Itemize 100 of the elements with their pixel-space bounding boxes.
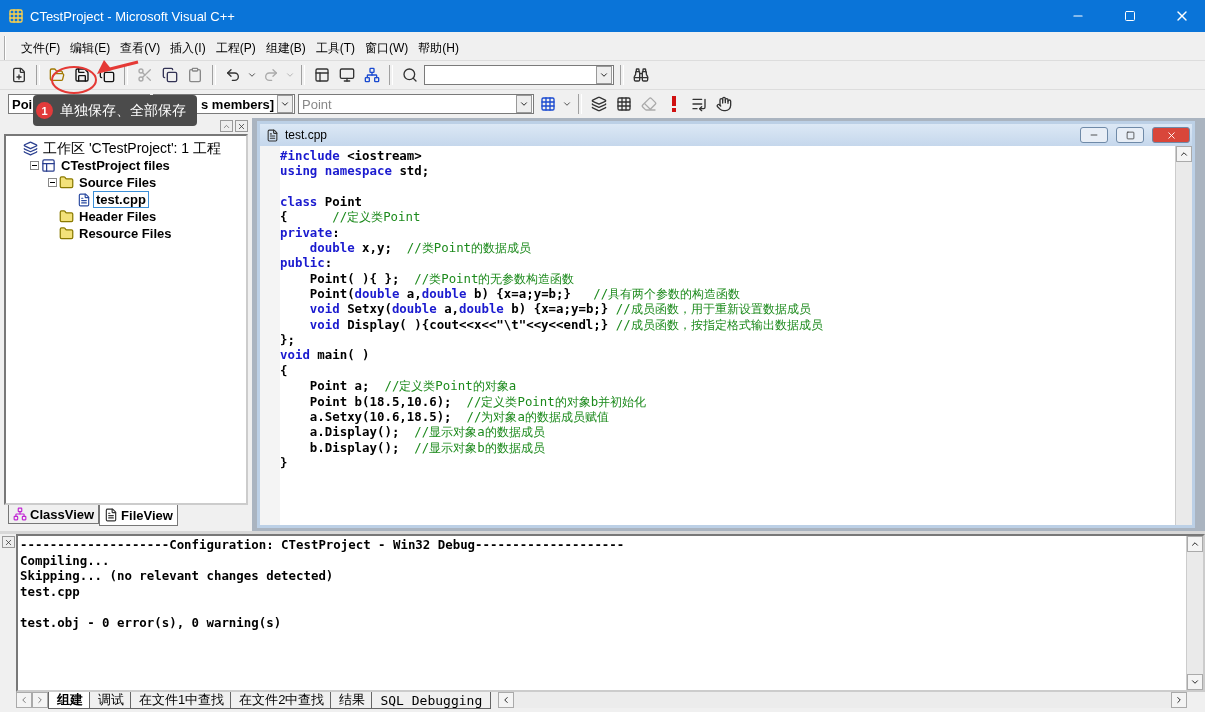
code-line: { //定义类Point — [280, 209, 422, 225]
caret-icon — [562, 99, 572, 109]
maximize-button[interactable] — [1116, 127, 1144, 143]
source-file-icon — [266, 128, 279, 142]
menu-item[interactable]: 组建(B) — [260, 37, 311, 59]
caret-icon — [247, 70, 257, 80]
code-line: void main( ) — [280, 347, 371, 363]
close-button[interactable] — [1152, 127, 1190, 143]
close-icon — [1165, 129, 1177, 141]
editor-title: test.cpp — [285, 128, 329, 142]
undo-icon — [225, 67, 241, 83]
output-tab[interactable]: 调试 — [89, 692, 133, 709]
code-line: double x,y; //类Point的数据成员 — [308, 240, 533, 256]
app-icon — [8, 8, 24, 24]
document-icon — [104, 508, 119, 522]
code-line: Point a; //定义类Point的对象a — [308, 378, 518, 394]
build-icon — [616, 96, 632, 112]
window-title: CTestProject - Microsoft Visual C++ — [30, 8, 236, 24]
workspace-panel-icon — [314, 67, 330, 83]
minimize-button[interactable] — [1080, 127, 1108, 143]
close-button[interactable] — [1, 536, 15, 548]
stop-build-icon — [641, 96, 657, 112]
output-line: --------------------Configuration: CTestProject - Win32 Debug-------------------- — [20, 537, 626, 553]
highlight-ellipse — [51, 66, 97, 94]
folder-icon — [59, 175, 74, 190]
windows-icon — [364, 67, 380, 83]
code-line: public: — [280, 255, 334, 271]
caret-icon — [599, 70, 609, 80]
code-line: Point b(18.5,10.6); //定义类Point的对象b并初始化 — [308, 393, 648, 409]
menu-item[interactable]: 文件(F) — [16, 37, 66, 59]
class-tree-icon — [13, 507, 27, 521]
tree-item[interactable]: Source Files — [76, 174, 160, 191]
code-line: a.Setxy(10.6,18.5); //为对象a的数据成员赋值 — [308, 408, 610, 425]
pointer-arrow — [97, 60, 139, 74]
code-line: void Display( ){cout<<x<<"\t"<<y<<endl;} //成员函数，按指定格式输出数据成员 — [308, 316, 824, 333]
output-panel-icon — [339, 67, 355, 83]
open-folder-icon — [49, 67, 65, 83]
caret-icon — [519, 99, 529, 109]
code-line: a.Display(); //显示对象a的数据成员 — [308, 424, 546, 440]
hand-icon — [716, 96, 732, 112]
new-file-icon — [11, 67, 27, 83]
menu-item[interactable]: 查看(V) — [115, 37, 166, 59]
folder-icon — [59, 209, 74, 224]
find-combo[interactable] — [424, 65, 614, 85]
output-tab[interactable]: 组建 — [48, 692, 92, 709]
file-icon — [77, 192, 91, 207]
tree-item[interactable]: CTestProject files — [58, 157, 173, 174]
go-icon — [691, 96, 707, 112]
find-in-files-icon — [402, 67, 418, 83]
redo-icon — [263, 67, 279, 83]
binoculars-icon — [633, 67, 649, 83]
step-badge: 1 — [36, 102, 53, 119]
output-tab[interactable]: SQL Debugging — [371, 692, 492, 709]
code-line: #include <iostream> — [280, 148, 423, 164]
close-button[interactable] — [235, 120, 248, 132]
compile-icon — [591, 96, 607, 112]
code-line: private: — [280, 224, 341, 241]
caret-icon — [280, 99, 290, 109]
copy-icon — [162, 67, 178, 83]
scrollbar[interactable] — [1186, 536, 1203, 690]
tree-item[interactable]: Header Files — [76, 208, 160, 225]
tree-item[interactable]: test.cpp — [93, 191, 149, 208]
menu-item[interactable]: 帮助(H) — [413, 37, 464, 59]
close-icon — [237, 121, 246, 131]
save-icon — [74, 67, 90, 83]
project-icon — [41, 158, 56, 173]
panel-tab[interactable]: FileView — [99, 505, 178, 526]
panel-tab[interactable]: ClassView — [8, 505, 100, 524]
maximize-icon — [1125, 130, 1135, 140]
code-line: }; — [280, 332, 296, 348]
exclamation-icon — [671, 96, 677, 112]
menu-item[interactable]: 编辑(E) — [65, 37, 116, 59]
menu-item[interactable]: 工程(P) — [210, 37, 261, 59]
code-line: Point(double a,double b) {x=a;y=b;} //具有两个参数的构造函数 — [308, 286, 742, 302]
menu-item[interactable]: 插入(I) — [165, 37, 211, 59]
code-line: using namespace std; — [280, 163, 431, 179]
output-line: test.obj - 0 error(s), 0 warning(s) — [20, 614, 283, 630]
scrollbar[interactable] — [1175, 146, 1192, 525]
code-line: class Point — [280, 194, 364, 210]
code-line: } — [280, 454, 289, 471]
function-combo[interactable]: Point — [298, 94, 534, 114]
wizard-action-icon — [540, 96, 556, 112]
tree-item[interactable]: Resource Files — [76, 225, 175, 242]
code-line: { — [280, 362, 289, 379]
paste-icon — [187, 67, 203, 83]
collapse-toggle[interactable] — [30, 161, 39, 170]
horizontal-scrollbar[interactable] — [498, 692, 1187, 708]
tree-item[interactable]: 工作区 'CTestProject': 1 工程 — [40, 138, 225, 159]
maximize-icon — [1124, 10, 1136, 22]
menu-item[interactable]: 工具(T) — [310, 37, 360, 59]
menu-item[interactable]: 窗口(W) — [360, 37, 414, 59]
folder-icon — [59, 226, 74, 241]
output-line: Compiling... — [20, 552, 111, 568]
cut-icon — [137, 67, 153, 83]
caret-icon — [285, 70, 295, 80]
close-icon — [3, 537, 13, 547]
output-line: Skipping... (no relevant changes detected) — [20, 568, 335, 584]
collapse-toggle[interactable] — [48, 178, 57, 187]
code-line: void Setxy(double a,double b) {x=a;y=b;} //成员函数，用于重新设置数据成员 — [308, 301, 812, 317]
code-line: Point( ){ }; //类Point的无参数构造函数 — [308, 270, 576, 287]
